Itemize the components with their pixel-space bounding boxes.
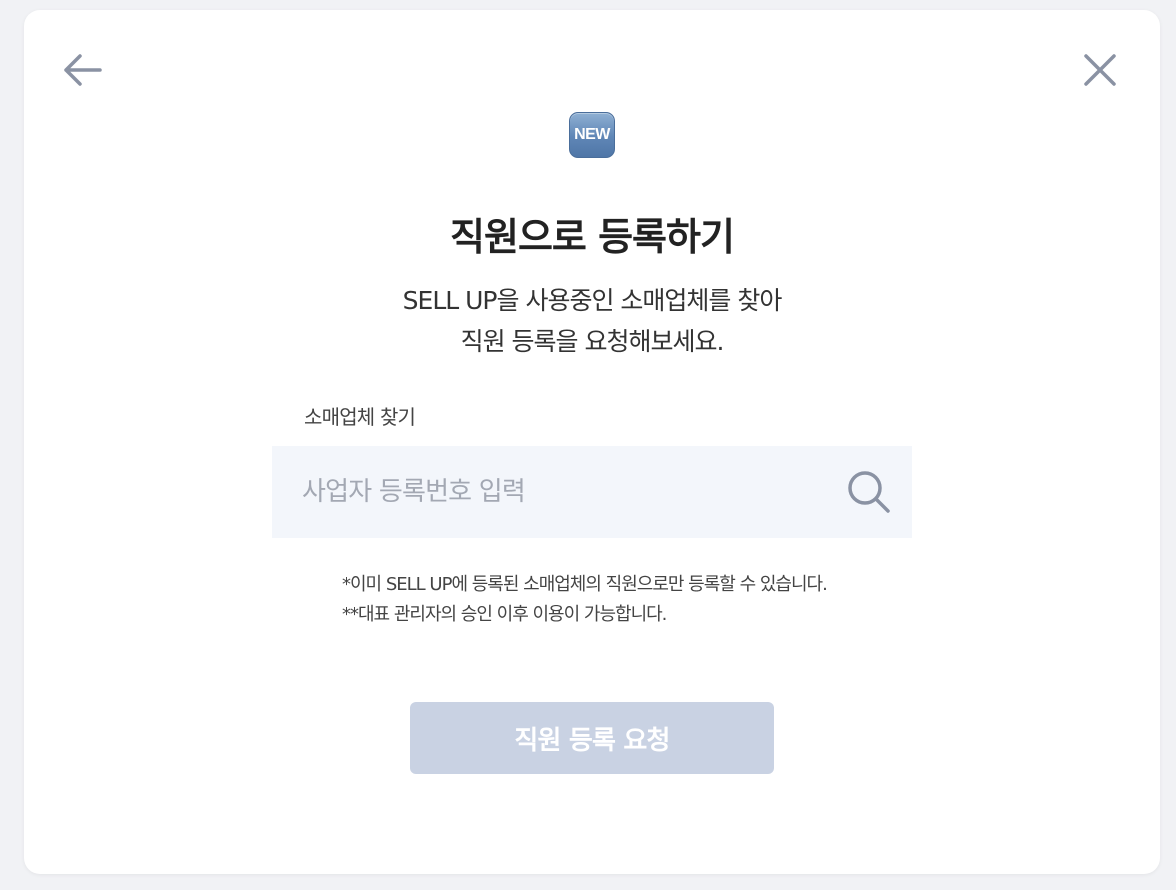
search-field-label: 소매업체 찾기 xyxy=(304,405,416,429)
close-button[interactable] xyxy=(1078,48,1122,92)
new-badge-text: NEW xyxy=(574,126,610,143)
search-icon[interactable] xyxy=(846,469,892,515)
register-employee-modal: NEW 직원으로 등록하기 SELL UP을 사용중인 소매업체를 찾아 직원 … xyxy=(24,10,1160,874)
business-number-input[interactable] xyxy=(302,446,822,538)
new-badge-icon: NEW xyxy=(569,112,615,158)
close-icon xyxy=(1084,54,1116,86)
search-box[interactable] xyxy=(272,446,912,538)
subtitle-line-1: SELL UP을 사용중인 소매업체를 찾아 xyxy=(402,286,783,315)
page-subtitle: SELL UP을 사용중인 소매업체를 찾아 직원 등록을 요청해보세요. xyxy=(24,280,1160,362)
page-title: 직원으로 등록하기 xyxy=(450,215,735,259)
request-registration-button[interactable]: 직원 등록 요청 xyxy=(410,702,774,774)
notice-line-1: *이미 SELL UP에 등록된 소매업체의 직원으로만 등록할 수 있습니다. xyxy=(342,574,828,595)
subtitle-line-2: 직원 등록을 요청해보세요. xyxy=(460,327,725,356)
notice-line-2: **대표 관리자의 승인 이후 이용이 가능합니다. xyxy=(342,604,667,625)
arrow-left-icon xyxy=(64,54,102,86)
back-button[interactable] xyxy=(60,48,104,92)
notice-text: *이미 SELL UP에 등록된 소매업체의 직원으로만 등록할 수 있습니다.… xyxy=(342,570,828,630)
